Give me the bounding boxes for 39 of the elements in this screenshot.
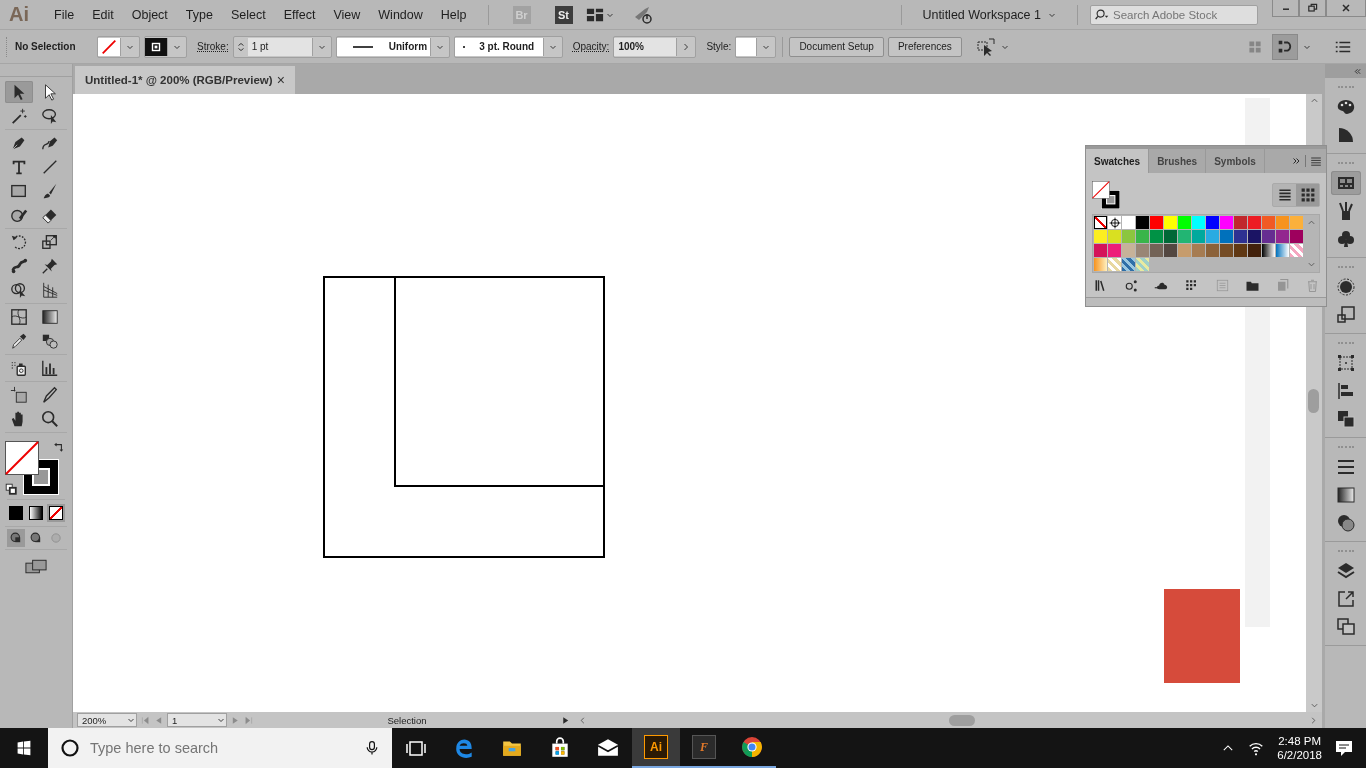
panel-tab[interactable]: Swatches: [1086, 149, 1150, 173]
taskbar-search-box[interactable]: Type here to search: [48, 728, 392, 768]
taskbar-search-field[interactable]: Type here to search: [90, 740, 354, 756]
menu-item[interactable]: Help: [431, 3, 476, 26]
selection-label: No Selection: [15, 41, 77, 52]
stock-button[interactable]: St: [554, 5, 573, 24]
letter-app-taskbar-button[interactable]: F: [680, 728, 728, 768]
stroke-weight-field[interactable]: 1 pt: [232, 35, 332, 58]
illustrator-taskbar-button[interactable]: Ai: [632, 728, 680, 768]
menu-item[interactable]: Type: [176, 3, 222, 26]
toolbar-button[interactable]: Document Setup: [789, 36, 884, 57]
artboard-field[interactable]: 1: [167, 713, 227, 727]
opacity-label[interactable]: Opacity:: [572, 41, 610, 52]
stock-search-field[interactable]: Search Adobe Stock: [1090, 4, 1258, 25]
menu-item[interactable]: Object: [122, 3, 177, 26]
workspace-switcher[interactable]: Untitled Workspace 1: [914, 7, 1065, 22]
menu-item[interactable]: File: [45, 3, 84, 26]
menu-item[interactable]: Effect: [274, 3, 325, 26]
app-logo: Ai: [8, 3, 30, 26]
brush-dropdown[interactable]: 3 pt. Round: [453, 35, 563, 58]
stroke-label[interactable]: Stroke:: [197, 41, 229, 52]
tab-close-button[interactable]: ×: [274, 72, 287, 88]
app-icon-label: Ai: [644, 735, 668, 759]
status-text: Selection: [386, 714, 428, 726]
app-icon-label: F: [692, 735, 716, 759]
menu-item[interactable]: Select: [221, 3, 275, 26]
clock-date[interactable]: 6/2/2018: [1277, 749, 1322, 761]
menu-item[interactable]: Edit: [83, 3, 123, 26]
zoom-field[interactable]: 200%: [77, 713, 137, 727]
document-tab[interactable]: Untitled-1* @ 200% (RGB/Preview) ×: [75, 66, 295, 94]
stroke-profile-dropdown[interactable]: Uniform: [335, 35, 450, 58]
opacity-field[interactable]: 100%: [613, 35, 697, 58]
panel-tab[interactable]: Brushes: [1149, 149, 1207, 173]
panel-tab[interactable]: Symbols: [1206, 149, 1265, 173]
clock-time[interactable]: 2:48 PM: [1278, 735, 1322, 747]
menu-item[interactable]: Window: [369, 3, 432, 26]
toolbar-button[interactable]: Preferences: [887, 36, 962, 57]
menu-item[interactable]: View: [324, 3, 370, 26]
style-label: Style:: [706, 41, 732, 52]
